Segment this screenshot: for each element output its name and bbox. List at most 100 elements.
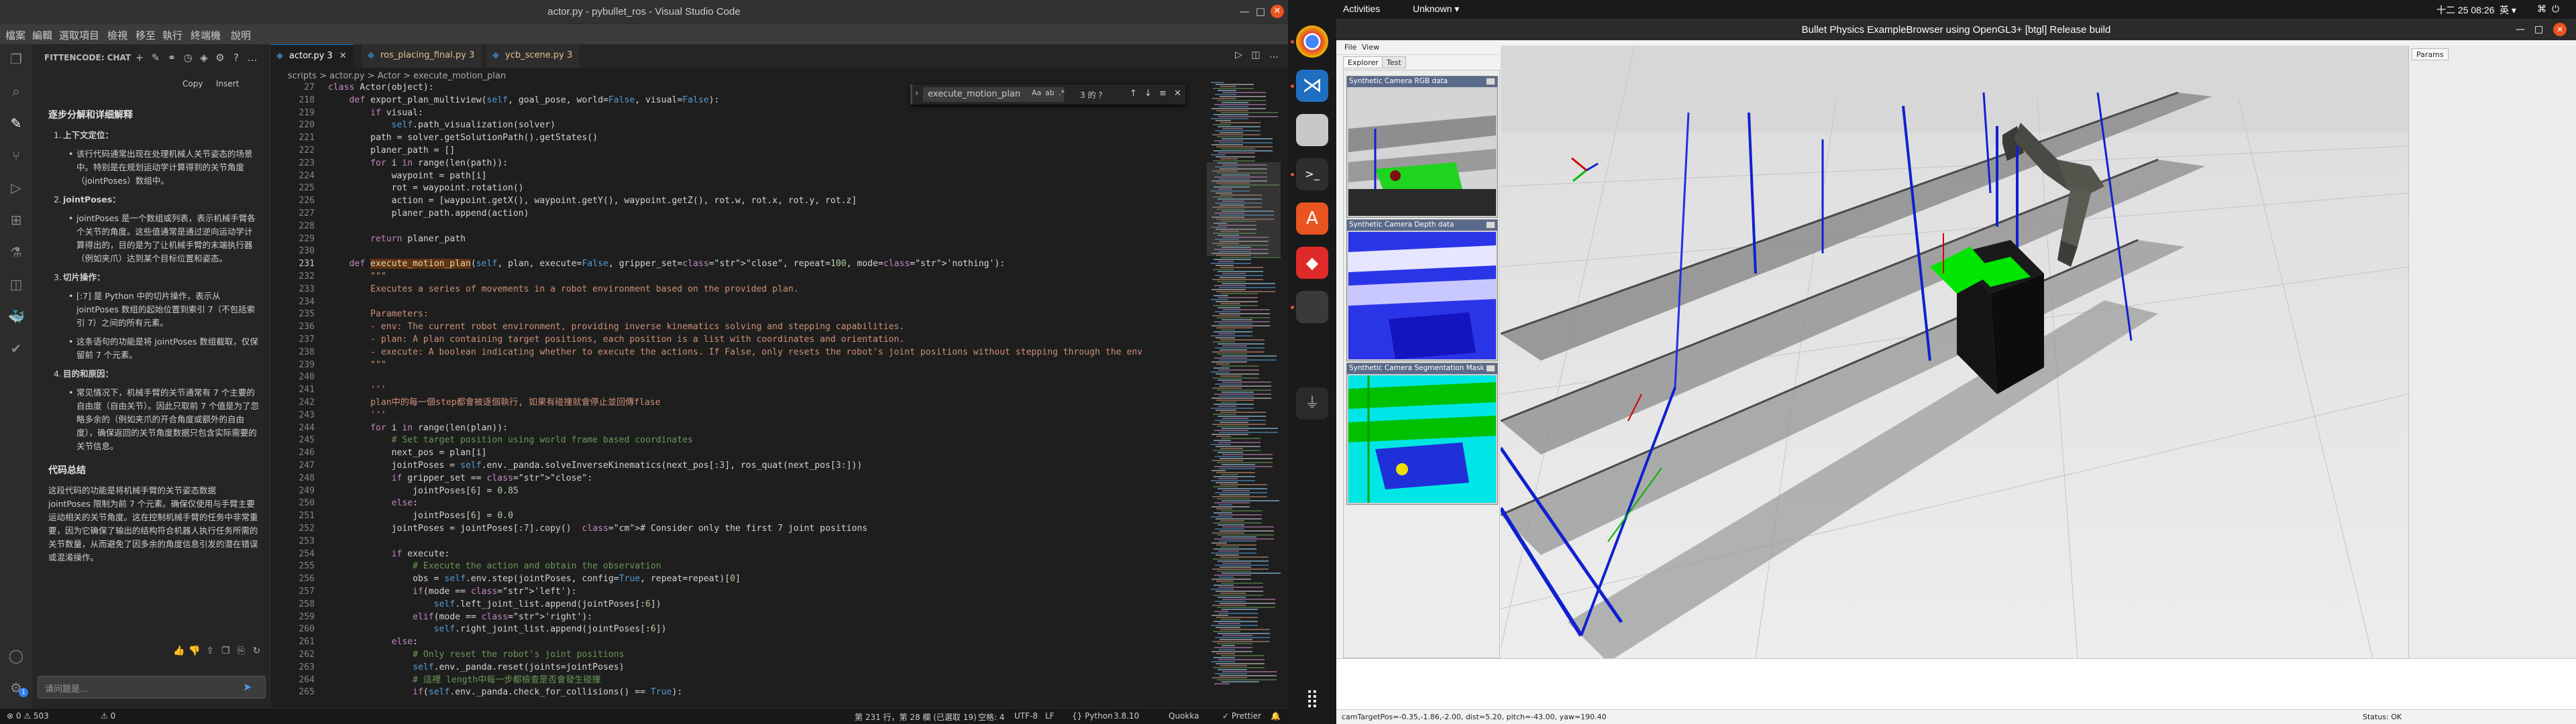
- minimize-icon[interactable]: —: [2516, 24, 2525, 35]
- thumbs-up-icon[interactable]: 👍: [173, 646, 185, 656]
- python-version[interactable]: 3.8.10: [1114, 711, 1139, 721]
- tab-ros-placing[interactable]: ◆ ros_placing_final.py 3: [362, 44, 482, 68]
- problems-status[interactable]: ⊗ 0 ⚠ 503: [7, 711, 49, 721]
- menu-view[interactable]: View: [1362, 43, 1379, 52]
- share-icon[interactable]: ⇪: [204, 646, 216, 656]
- history-icon[interactable]: ◷: [181, 51, 195, 64]
- segmentation-camera-window[interactable]: Synthetic Camera Segmentation Mask: [1346, 363, 1498, 505]
- link-icon[interactable]: ⚭: [165, 51, 178, 64]
- code-line[interactable]: jointPoses = self.env._panda.solveInvers…: [328, 460, 863, 473]
- code-line[interactable]: - execute: A boolean indicating whether …: [328, 347, 1142, 359]
- tab-ycb-scene[interactable]: ◆ ycb_scene.py 3: [486, 44, 580, 68]
- tag-icon[interactable]: ◈: [197, 51, 211, 64]
- code-line[interactable]: for i in range(len(plan)):: [328, 422, 508, 435]
- code-line[interactable]: return planer_path: [328, 233, 466, 246]
- code-line[interactable]: action = [waypoint.getX(), waypoint.getY…: [328, 195, 857, 208]
- remote-icon[interactable]: ◫: [8, 276, 24, 292]
- maximize-icon[interactable]: □: [2534, 24, 2543, 35]
- close-icon[interactable]: [1486, 365, 1495, 372]
- code-line[interactable]: else:: [328, 636, 418, 649]
- code-line[interactable]: if(mode == class="str">'left'):: [328, 586, 576, 599]
- code-line[interactable]: self.path_visualization(solver): [328, 119, 555, 132]
- code-line[interactable]: if gripper_set == class="str">"close":: [328, 473, 593, 485]
- tab-explorer[interactable]: Explorer: [1343, 56, 1383, 68]
- active-window-icon[interactable]: [1296, 291, 1328, 323]
- copy-icon[interactable]: ❐: [219, 646, 231, 656]
- search-icon[interactable]: ⌕: [8, 83, 24, 99]
- code-line[interactable]: rot = waypoint.rotation(): [328, 182, 524, 195]
- code-line[interactable]: planer_path = []: [328, 145, 455, 158]
- minimap[interactable]: [1207, 82, 1281, 699]
- help-icon[interactable]: ?: [229, 51, 243, 64]
- run-icon[interactable]: ▷: [1235, 50, 1242, 60]
- new-chat-icon[interactable]: +: [133, 51, 146, 64]
- clock[interactable]: 十二 25 08:26: [2436, 3, 2494, 17]
- code-editor[interactable]: 27 class Actor(object): 218 def export_pla…: [270, 82, 1210, 699]
- code-line[interactable]: self.left_joint_list.append(jointPoses[:…: [328, 599, 661, 611]
- explorer-icon[interactable]: ❐: [8, 51, 24, 67]
- testing-icon[interactable]: ⚗: [8, 244, 24, 260]
- warnings-status[interactable]: ⚠ 0: [101, 711, 115, 721]
- tab-actor[interactable]: ◆ actor.py 3 ✕: [270, 44, 354, 68]
- activities-button[interactable]: Activities: [1343, 3, 1380, 14]
- terminal-icon[interactable]: >_: [1296, 158, 1328, 190]
- anydesk-icon[interactable]: ◆: [1296, 247, 1328, 279]
- close-icon[interactable]: [1486, 221, 1495, 229]
- encoding[interactable]: UTF-8: [1014, 711, 1038, 721]
- close-icon[interactable]: [1486, 78, 1495, 85]
- insert-icon[interactable]: ⎘: [235, 646, 247, 656]
- code-line[interactable]: plan中的每一個step都會被逐個執行, 如果有碰撞就會停止並回傳flase: [328, 397, 661, 410]
- match-case-toggle[interactable]: Aa: [1032, 88, 1041, 97]
- thumbs-down-icon[interactable]: 👎: [189, 646, 201, 656]
- code-line[interactable]: self.right_joint_list.append(jointPoses[…: [328, 623, 667, 636]
- code-line[interactable]: ''': [328, 410, 386, 422]
- account-icon[interactable]: ◯: [8, 648, 24, 664]
- split-icon[interactable]: ◫: [1251, 50, 1260, 60]
- check-icon[interactable]: ✔: [8, 341, 24, 357]
- menu-run[interactable]: 執行: [162, 28, 182, 42]
- minimap-viewport[interactable]: [1207, 162, 1281, 256]
- code-line[interactable]: class Actor(object):: [328, 82, 434, 95]
- code-line[interactable]: ''': [328, 384, 386, 397]
- cursor-position[interactable]: 第 231 行，第 28 欄 (已選取 19): [855, 711, 977, 723]
- menu-file[interactable]: File: [1344, 43, 1356, 52]
- code-line[interactable]: self.env._panda.reset(joints=jointPoses): [328, 662, 624, 674]
- close-find-icon[interactable]: ✕: [1174, 88, 1181, 99]
- code-line[interactable]: path = solver.getSolutionPath().getState…: [328, 132, 598, 145]
- close-icon[interactable]: ✕: [1271, 5, 1284, 18]
- source-control-icon[interactable]: ⑂: [8, 147, 24, 164]
- redo-icon[interactable]: ↻: [250, 646, 262, 656]
- menu-selection[interactable]: 選取項目: [59, 28, 99, 42]
- copy-button[interactable]: Copy: [182, 79, 203, 88]
- tab-test[interactable]: Test: [1382, 56, 1406, 68]
- code-line[interactable]: # Execute the action and obtain the obse…: [328, 560, 661, 573]
- find-in-selection-icon[interactable]: ≡: [1159, 88, 1167, 99]
- find-input[interactable]: execute_motion_plan: [923, 87, 1064, 102]
- prettier-status[interactable]: ✓ Prettier: [1222, 711, 1261, 721]
- code-line[interactable]: def export_plan_multiview(self, goal_pos…: [328, 95, 720, 107]
- docker-icon[interactable]: 🐳: [8, 308, 25, 324]
- code-line[interactable]: jointPoses[6] = 0.85: [328, 485, 519, 498]
- code-line[interactable]: - env: The current robot environment, pr…: [328, 321, 904, 334]
- input-method[interactable]: 英 ▾: [2500, 3, 2516, 17]
- code-line[interactable]: # Only reset the robot's joint positions: [328, 649, 624, 662]
- menu-help[interactable]: 說明: [231, 28, 251, 42]
- menu-edit[interactable]: 編輯: [32, 28, 52, 42]
- software-center-icon[interactable]: A: [1296, 202, 1328, 235]
- extensions-icon[interactable]: ⊞: [8, 212, 24, 228]
- indentation[interactable]: 空格: 4: [978, 711, 1005, 723]
- code-line[interactable]: for i in range(len(path)):: [328, 158, 508, 170]
- menu-file[interactable]: 檔案: [5, 28, 25, 42]
- tab-params[interactable]: Params: [2412, 48, 2449, 60]
- more-icon[interactable]: …: [246, 51, 259, 64]
- code-line[interactable]: jointPoses = jointPoses[:7].copy() class…: [328, 523, 868, 536]
- code-line[interactable]: jointPoses[6] = 0.0: [328, 510, 513, 523]
- simulation-viewport[interactable]: [1501, 46, 2408, 658]
- menu-terminal[interactable]: 終端機: [191, 28, 221, 42]
- maximize-icon[interactable]: □: [1254, 5, 1267, 17]
- end-of-line[interactable]: LF: [1045, 711, 1055, 721]
- code-line[interactable]: def execute_motion_plan(self, plan, exec…: [328, 258, 1005, 271]
- code-line[interactable]: waypoint = path[i]: [328, 170, 487, 183]
- next-match-icon[interactable]: ↓: [1144, 88, 1152, 99]
- chrome-icon[interactable]: [1296, 25, 1328, 58]
